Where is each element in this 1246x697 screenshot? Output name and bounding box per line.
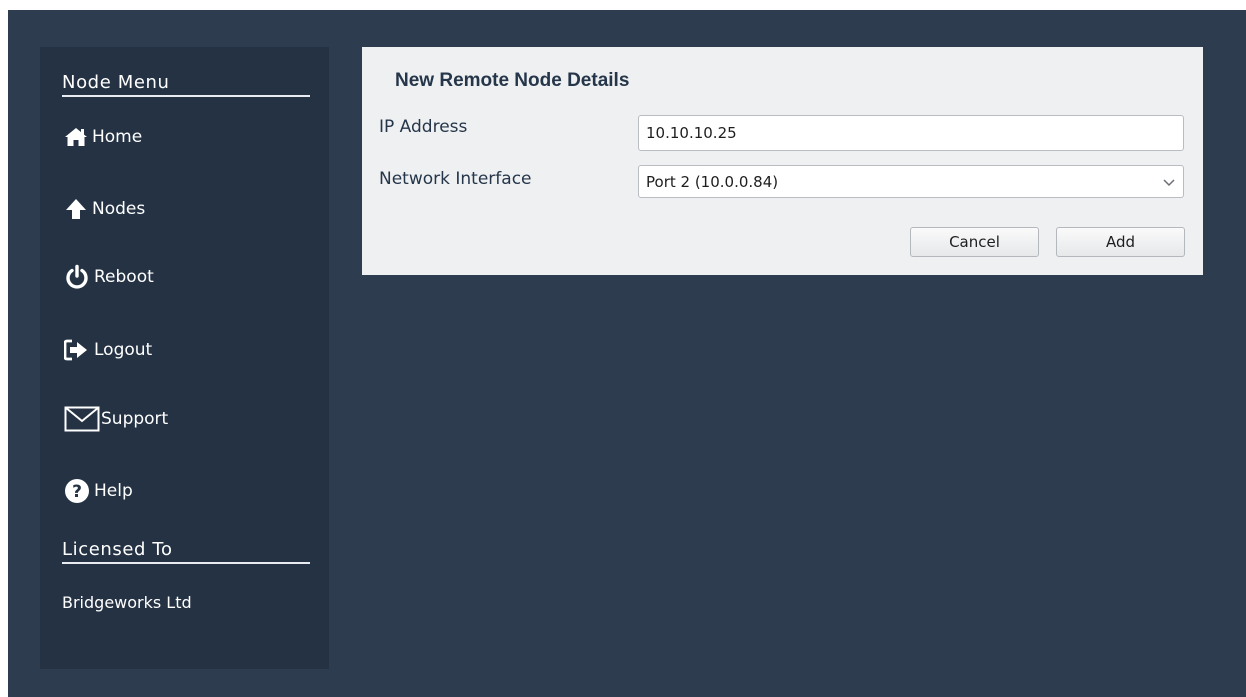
- licensee-name: Bridgeworks Ltd: [62, 593, 192, 612]
- network-interface-value: Port 2 (10.0.0.84): [646, 172, 779, 191]
- sidebar-item-label: Support: [101, 409, 169, 429]
- chevron-down-icon: [1162, 173, 1176, 191]
- sidebar-item-label: Home: [92, 127, 143, 147]
- logout-icon: [64, 339, 90, 361]
- arrow-up-icon: [64, 197, 88, 221]
- home-icon: [64, 126, 88, 148]
- question-icon: ?: [64, 478, 90, 504]
- sidebar-item-support[interactable]: Support: [64, 399, 168, 439]
- sidebar-item-nodes[interactable]: Nodes: [64, 189, 145, 229]
- ip-address-label: IP Address: [379, 117, 468, 137]
- envelope-icon: [64, 406, 100, 432]
- new-remote-node-panel: New Remote Node Details IP Address Netwo…: [362, 47, 1203, 275]
- sidebar-item-help[interactable]: ? Help: [64, 471, 133, 511]
- power-icon: [64, 264, 90, 290]
- network-interface-select[interactable]: Port 2 (10.0.0.84): [638, 165, 1184, 198]
- sidebar-item-home[interactable]: Home: [64, 117, 142, 157]
- sidebar-item-reboot[interactable]: Reboot: [64, 257, 154, 297]
- node-menu-header: Node Menu: [62, 72, 310, 97]
- sidebar-item-label: Logout: [94, 340, 153, 360]
- sidebar: Node Menu Home Nodes Reboot Logout Suppo…: [40, 47, 329, 669]
- sidebar-item-label: Reboot: [94, 267, 154, 287]
- network-interface-label: Network Interface: [379, 169, 532, 189]
- cancel-button[interactable]: Cancel: [910, 227, 1039, 257]
- svg-text:?: ?: [72, 482, 82, 502]
- add-button[interactable]: Add: [1056, 227, 1185, 257]
- sidebar-item-logout[interactable]: Logout: [64, 330, 152, 370]
- sidebar-item-label: Nodes: [92, 199, 146, 219]
- panel-title: New Remote Node Details: [395, 70, 630, 91]
- licensed-to-header: Licensed To: [62, 539, 310, 564]
- ip-address-input[interactable]: [638, 115, 1184, 151]
- sidebar-item-label: Help: [94, 481, 133, 501]
